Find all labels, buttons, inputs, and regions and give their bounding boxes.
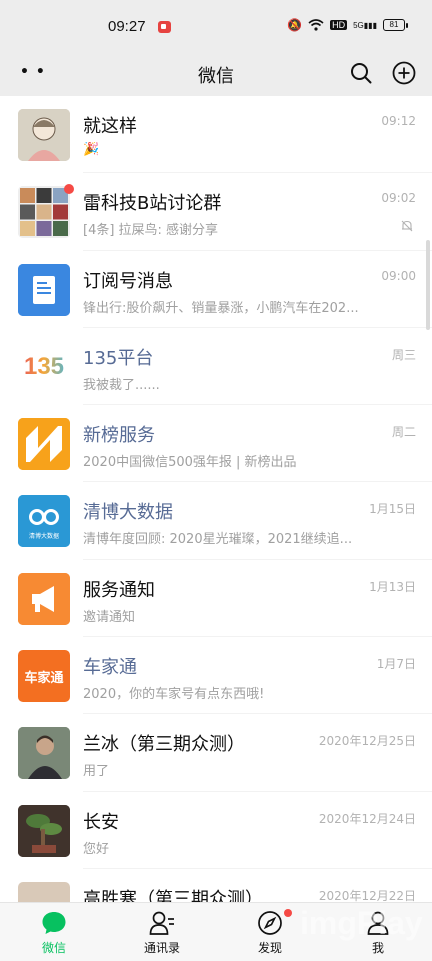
chat-row-subscriptions[interactable]: 订阅号消息 锋出行:股价飙升、销量暴涨，小鹏汽车在202... 09:00 — [0, 251, 432, 328]
status-icons: 🔕 HD 5G▮▮▮ 81 — [287, 18, 408, 32]
chat-preview: 用了 — [83, 764, 110, 780]
tab-chats[interactable]: 微信 — [0, 903, 108, 961]
chat-preview: 您好 — [83, 841, 110, 857]
tab-label: 通讯录 — [143, 941, 180, 955]
avatar-photo-man — [18, 727, 70, 780]
app-header: • • 微信 — [0, 52, 432, 96]
chat-row-jiuzheyang[interactable]: 就这样 🎉 09:12 — [0, 96, 432, 174]
chat-preview: 2020，你的车家号有点东西哦! — [83, 687, 265, 703]
signal-5g-icon: 5G▮▮▮ — [353, 20, 377, 30]
chat-time: 周三 — [391, 347, 416, 362]
tab-label: 微信 — [41, 941, 66, 955]
status-time: 09:27 — [108, 18, 146, 35]
avatar-photo-bonsai — [18, 804, 70, 857]
chat-name: 清博大数据 — [83, 502, 173, 524]
chat-time: 2020年12月24日 — [318, 811, 416, 826]
chat-row-xinbang[interactable]: 新榜服务 2020中国微信500强年报 | 新榜出品 周二 — [0, 405, 432, 483]
avatar-group-grid — [18, 186, 70, 239]
chat-time: 2020年12月25日 — [318, 734, 416, 749]
chat-row-changan[interactable]: 长安 您好 2020年12月24日 — [0, 792, 432, 869]
unread-dot — [284, 909, 292, 917]
chat-name: 长安 — [83, 811, 119, 833]
chat-time: 1月15日 — [369, 502, 416, 517]
chat-preview: 清博年度回顾: 2020星光璀璨，2021继续追... — [83, 532, 353, 548]
chat-name: 就这样 — [83, 116, 137, 137]
mute-bell-icon — [401, 220, 413, 232]
chat-time: 09:12 — [381, 114, 416, 128]
compass-icon — [258, 911, 282, 935]
hd-icon: HD — [330, 20, 348, 30]
chat-name: 服务通知 — [83, 579, 155, 601]
chat-preview: [4条] 拉屎鸟: 感谢分享 — [83, 223, 219, 239]
add-circle-icon[interactable] — [392, 61, 416, 85]
tab-contacts[interactable]: 通讯录 — [108, 903, 216, 961]
megaphone-icon — [18, 572, 70, 625]
chat-time: 1月7日 — [376, 657, 416, 672]
chat-row-leikeji-group[interactable]: 雷科技B站讨论群 [4条] 拉屎鸟: 感谢分享 09:02 — [0, 173, 432, 251]
chat-name: 车家通 — [83, 657, 137, 679]
avatar-135-logo: 135 — [18, 340, 70, 393]
chat-time: 周二 — [391, 425, 416, 440]
chat-preview: 锋出行:股价飙升、销量暴涨，小鹏汽车在202... — [83, 300, 359, 316]
avatar-cartoon — [18, 109, 70, 161]
chat-row-qingbo[interactable]: 清博大数据 清博大数据 清博年度回顾: 2020星光璀璨，2021继续追... … — [0, 482, 432, 560]
scrollbar[interactable] — [426, 240, 430, 330]
subscription-doc-icon — [18, 263, 70, 316]
chat-preview: 2020中国微信500强年报 | 新榜出品 — [83, 455, 297, 471]
chat-name: 订阅号消息 — [83, 270, 173, 292]
search-icon[interactable] — [349, 61, 373, 85]
avatar-xinbang-logo — [18, 418, 70, 471]
chat-bubble-icon — [42, 912, 66, 934]
mute-bell-icon: 🔕 — [287, 18, 303, 32]
chat-name: 135平台 — [83, 347, 154, 369]
chat-name: 兰冰（第三期众测） — [83, 734, 245, 756]
chat-name: 新榜服务 — [83, 425, 155, 447]
chat-time: 09:02 — [381, 191, 416, 206]
contacts-icon — [149, 911, 174, 935]
battery-icon: 81 — [383, 19, 408, 31]
screen-record-icon — [158, 21, 171, 33]
status-bar: 09:27 🔕 HD 5G▮▮▮ 81 — [0, 0, 432, 52]
unread-dot — [64, 184, 74, 195]
avatar-chejiatong-logo: 车家通 — [18, 650, 70, 703]
chat-preview: 🎉 — [83, 142, 100, 157]
watermark: imgPlay — [300, 905, 423, 941]
avatar-qingbo-logo: 清博大数据 — [18, 495, 70, 548]
chat-name: 雷科技B站讨论群 — [83, 193, 222, 215]
chat-time: 1月13日 — [369, 579, 416, 594]
chat-row-service-notice[interactable]: 服务通知 邀请通知 1月13日 — [0, 560, 432, 638]
chat-list: 就这样 🎉 09:12 雷科技B站讨论群 [4条] 拉屎鸟: 感谢分享 09:0… — [0, 96, 432, 946]
battery-level: 81 — [383, 19, 405, 31]
chat-row-chejiatong[interactable]: 车家通 车家通 2020，你的车家号有点东西哦! 1月7日 — [0, 637, 432, 715]
chat-row-135-platform[interactable]: 135 135平台 我被裁了...... 周三 — [0, 328, 432, 406]
chat-row-lanbing[interactable]: 兰冰（第三期众测） 用了 2020年12月25日 — [0, 714, 432, 792]
chat-preview: 邀请通知 — [83, 609, 136, 625]
chat-time: 09:00 — [381, 268, 416, 283]
wifi-icon — [308, 19, 324, 31]
chat-preview: 我被裁了...... — [83, 377, 160, 393]
